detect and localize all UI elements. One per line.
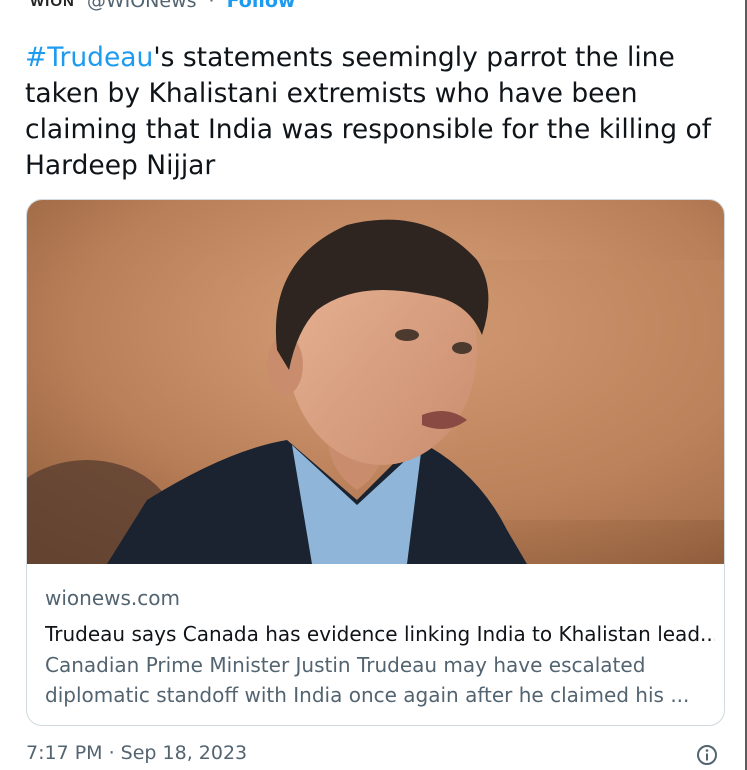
follow-button[interactable]: Follow <box>227 0 296 12</box>
card-meta: wionews.com Trudeau says Canada has evid… <box>45 586 715 710</box>
card-domain: wionews.com <box>45 586 180 610</box>
card-description: Canadian Prime Minister Justin Trudeau m… <box>45 650 715 710</box>
link-preview-card[interactable]: wionews.com Trudeau says Canada has evid… <box>26 199 725 726</box>
author-handle[interactable]: @WIONews <box>87 0 197 12</box>
card-description-line: Canadian Prime Minister Justin Trudeau m… <box>45 653 646 677</box>
wion-logo: WION <box>30 0 75 10</box>
card-description-line: diplomatic standoff with India once agai… <box>45 683 690 707</box>
hashtag-link[interactable]: #Trudeau <box>25 42 153 73</box>
card-title[interactable]: Trudeau says Canada has evidence linking… <box>45 618 715 650</box>
tweet-header: WION @WIONews · Follow <box>30 0 295 12</box>
card-image[interactable] <box>27 200 724 564</box>
tweet-timestamp[interactable]: 7:17 PM · Sep 18, 2023 <box>26 742 247 764</box>
tweet-body: #Trudeau's statements seemingly parrot t… <box>25 40 725 184</box>
separator-dot: · <box>208 0 215 12</box>
info-icon[interactable] <box>696 744 718 766</box>
